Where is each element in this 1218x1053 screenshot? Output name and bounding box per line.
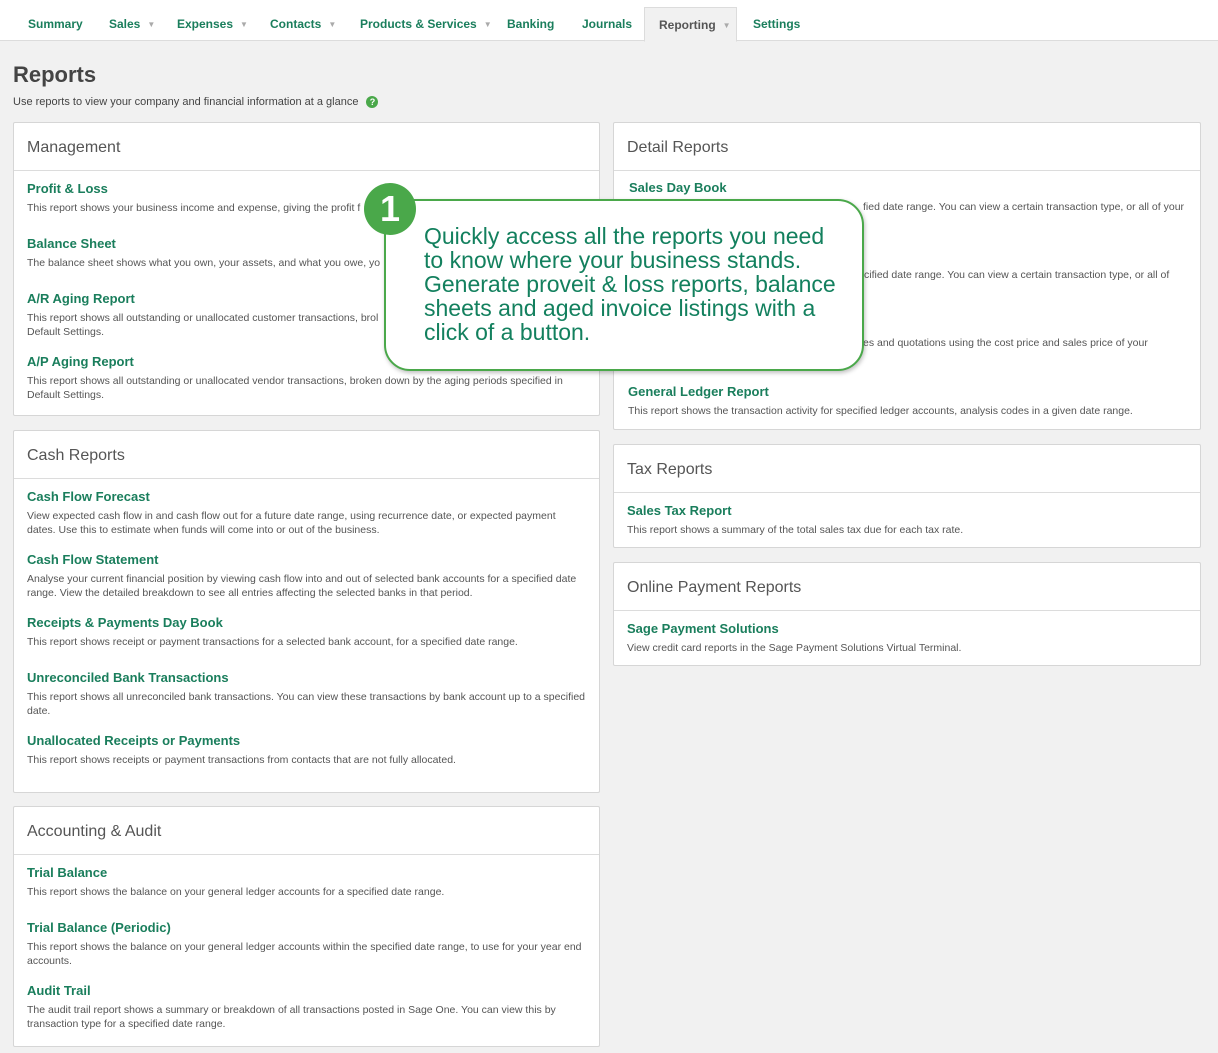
report-link-unallocated-receipts-payments[interactable]: Unallocated Receipts or Payments bbox=[27, 733, 240, 749]
report-desc: This report shows the balance on your ge… bbox=[27, 886, 445, 898]
report-item: Cash Flow Forecast View expected cash fl… bbox=[27, 488, 586, 537]
caret-down-icon: ▼ bbox=[240, 20, 248, 29]
tab-label: Reporting bbox=[659, 18, 716, 32]
report-link-balance-sheet[interactable]: Balance Sheet bbox=[27, 236, 116, 252]
report-link-cash-flow-statement[interactable]: Cash Flow Statement bbox=[27, 552, 158, 568]
panel-title: Cash Reports bbox=[14, 431, 599, 479]
report-link-ap-aging[interactable]: A/P Aging Report bbox=[27, 354, 134, 370]
panel-title: Detail Reports bbox=[614, 123, 1200, 171]
report-link-general-ledger[interactable]: General Ledger Report bbox=[628, 384, 769, 400]
report-link-receipts-payments-day-book[interactable]: Receipts & Payments Day Book bbox=[27, 615, 223, 631]
report-link-unreconciled-bank-transactions[interactable]: Unreconciled Bank Transactions bbox=[27, 670, 229, 686]
help-icon[interactable]: ? bbox=[366, 96, 379, 108]
tab-journals[interactable]: Journals bbox=[568, 7, 646, 41]
tab-settings[interactable]: Settings bbox=[739, 7, 814, 41]
tab-label: Contacts bbox=[270, 17, 322, 31]
panel-title: Tax Reports bbox=[614, 445, 1200, 493]
report-desc: View expected cash flow in and cash flow… bbox=[27, 510, 556, 536]
report-desc: fied date range. You can view a certain … bbox=[863, 201, 1185, 213]
page-subtitle: Use reports to view your company and fin… bbox=[13, 96, 379, 108]
callout-line: to know where your business stands. bbox=[424, 247, 802, 273]
report-link-sales-day-book[interactable]: Sales Day Book bbox=[629, 180, 727, 196]
report-link-audit-trail[interactable]: Audit Trail bbox=[27, 983, 91, 999]
page-title: Reports bbox=[13, 62, 97, 87]
panel-accounting-audit: Accounting & Audit Trial Balance This re… bbox=[13, 806, 600, 1047]
report-desc: es and quotations using the cost price a… bbox=[863, 337, 1148, 349]
callout-line: click of a button. bbox=[424, 319, 591, 345]
report-item: Audit Trail The audit trail report shows… bbox=[27, 982, 586, 1031]
step-number-badge: 1 bbox=[364, 183, 416, 235]
tab-expenses[interactable]: Expenses ▼ bbox=[163, 7, 262, 41]
report-desc: This report shows the transaction activi… bbox=[628, 405, 1133, 417]
tutorial-callout: Quickly access all the reports you need … bbox=[384, 199, 864, 371]
report-item: Trial Balance (Periodic) This report sho… bbox=[27, 919, 586, 968]
tab-label: Expenses bbox=[177, 17, 234, 31]
panel-title: Online Payment Reports bbox=[614, 563, 1200, 611]
panel-cash-reports: Cash Reports Cash Flow Forecast View exp… bbox=[13, 430, 600, 793]
report-link-trial-balance[interactable]: Trial Balance bbox=[27, 865, 107, 881]
panel-tax-reports: Tax Reports Sales Tax Report This report… bbox=[613, 444, 1201, 548]
report-item: Sage Payment Solutions View credit card … bbox=[627, 620, 1187, 655]
panel-title: Management bbox=[14, 123, 599, 171]
tab-products-services[interactable]: Products & Services ▼ bbox=[346, 7, 506, 41]
report-item: Receipts & Payments Day Book This report… bbox=[27, 614, 586, 649]
report-link-profit-loss[interactable]: Profit & Loss bbox=[27, 181, 108, 197]
report-desc: This report shows all unreconciled bank … bbox=[27, 691, 585, 717]
callout-line: Quickly access all the reports you need bbox=[424, 223, 825, 249]
report-link-sage-payment-solutions[interactable]: Sage Payment Solutions bbox=[627, 621, 779, 637]
tab-label: Settings bbox=[753, 17, 801, 31]
subtitle-text: Use reports to view your company and fin… bbox=[13, 96, 359, 108]
panel-title: Accounting & Audit bbox=[14, 807, 599, 855]
report-desc: Analyse your current financial position … bbox=[27, 573, 577, 599]
report-desc: This report shows receipts or payment tr… bbox=[27, 754, 456, 766]
report-desc: This report shows the balance on your ge… bbox=[27, 941, 582, 967]
report-link-ar-aging[interactable]: A/R Aging Report bbox=[27, 291, 135, 307]
report-link-trial-balance-periodic[interactable]: Trial Balance (Periodic) bbox=[27, 920, 171, 936]
report-desc: View credit card reports in the Sage Pay… bbox=[627, 642, 962, 654]
report-desc: This report shows a summary of the total… bbox=[627, 524, 964, 536]
report-desc: cified date range. You can view a certai… bbox=[864, 269, 1170, 281]
report-item: Sales Tax Report This report shows a sum… bbox=[627, 502, 1187, 537]
report-desc: This report shows receipt or payment tra… bbox=[27, 636, 518, 648]
tab-banking[interactable]: Banking bbox=[493, 7, 568, 41]
tab-label: Summary bbox=[28, 17, 83, 31]
tab-label: Sales bbox=[109, 17, 141, 31]
report-link-cash-flow-forecast[interactable]: Cash Flow Forecast bbox=[27, 489, 150, 505]
tab-summary[interactable]: Summary bbox=[14, 7, 97, 41]
tab-label: Products & Services bbox=[360, 17, 477, 31]
caret-down-icon: ▼ bbox=[483, 20, 492, 29]
report-item: Trial Balance This report shows the bala… bbox=[27, 864, 586, 899]
report-link-sales-tax-report[interactable]: Sales Tax Report bbox=[627, 503, 732, 519]
caret-down-icon: ▼ bbox=[328, 20, 337, 29]
report-desc: This report shows all outstanding or una… bbox=[27, 375, 563, 401]
report-item: Unallocated Receipts or Payments This re… bbox=[27, 732, 586, 767]
report-item: Unreconciled Bank Transactions This repo… bbox=[27, 669, 586, 718]
caret-down-icon: ▼ bbox=[722, 21, 731, 30]
report-desc: The audit trail report shows a summary o… bbox=[27, 1004, 556, 1030]
panel-online-payment-reports: Online Payment Reports Sage Payment Solu… bbox=[613, 562, 1201, 666]
tab-sales[interactable]: Sales ▼ bbox=[95, 7, 169, 41]
callout-line: Generate proveit & loss reports, balance bbox=[424, 271, 836, 297]
tab-reporting[interactable]: Reporting ▼ bbox=[644, 7, 737, 42]
report-item: Cash Flow Statement Analyse your current… bbox=[27, 551, 586, 600]
callout-line: sheets and aged invoice listings with a bbox=[424, 295, 816, 321]
caret-down-icon: ▼ bbox=[147, 20, 156, 29]
top-nav: Summary Sales ▼ Expenses ▼ Contacts ▼ Produ… bbox=[0, 0, 1218, 42]
tab-contacts[interactable]: Contacts ▼ bbox=[256, 7, 350, 41]
tab-label: Journals bbox=[582, 17, 633, 31]
tab-label: Banking bbox=[507, 17, 555, 31]
